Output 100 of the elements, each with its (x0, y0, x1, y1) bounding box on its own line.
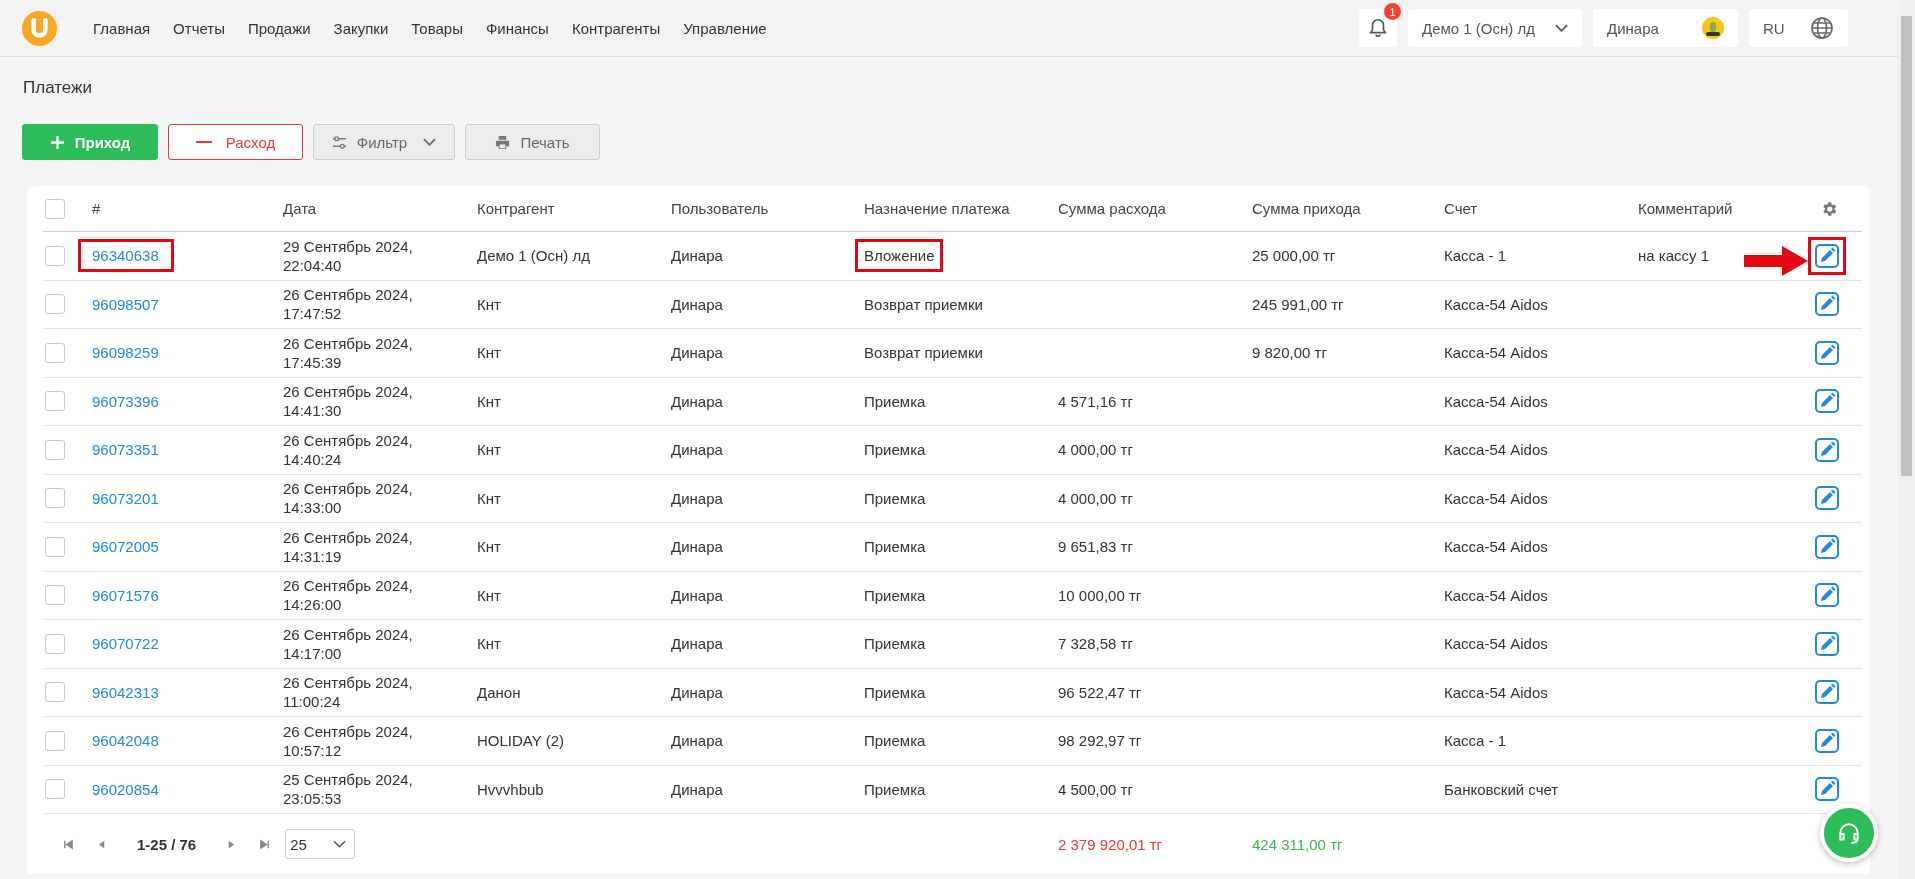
payment-link[interactable]: 96073351 (86, 433, 165, 467)
user-cell: Динара (671, 635, 723, 653)
purpose-cell: Возврат приемки (864, 295, 983, 313)
edit-icon[interactable] (1815, 534, 1839, 559)
date-cell: 26 Сентябрь 2024, 10:57:12 (283, 721, 413, 760)
edit-icon[interactable] (1815, 728, 1839, 753)
edit-icon[interactable] (1815, 777, 1839, 802)
expense-cell: 9 651,83 тг (1058, 538, 1133, 556)
scrollbar[interactable] (1898, 0, 1915, 879)
chevron-icon (423, 138, 437, 146)
payment-link[interactable]: 96073201 (86, 481, 165, 515)
expense-cell: 4 000,00 тг (1058, 441, 1133, 459)
edit-icon[interactable] (1815, 486, 1839, 511)
income-button[interactable]: Приход (22, 124, 158, 160)
row-checkbox[interactable] (45, 391, 65, 412)
edit-icon[interactable] (1815, 680, 1839, 705)
date-cell: 29 Сентябрь 2024, 22:04:40 (283, 236, 413, 275)
notification-button[interactable] (1359, 9, 1397, 47)
expense-cell: 96 522,47 тг (1058, 683, 1142, 701)
date-cell: 26 Сентябрь 2024, 14:33:00 (283, 479, 413, 518)
date-cell: 25 Сентябрь 2024, 23:05:53 (283, 770, 413, 809)
user-cell: Динара (671, 392, 723, 410)
account-cell: Касса-54 Aidos (1444, 538, 1548, 556)
payment-link[interactable]: 96340638 (78, 239, 174, 273)
minus-icon (195, 141, 212, 143)
edit-icon[interactable] (1815, 631, 1839, 656)
expense-cell: 4 571,16 тг (1058, 392, 1133, 410)
last-page-icon[interactable] (259, 838, 271, 850)
nav-item[interactable]: Продажи (247, 19, 311, 37)
row-checkbox[interactable] (45, 682, 65, 703)
row-checkbox[interactable] (45, 779, 65, 800)
purpose-cell: Вложение (855, 239, 944, 273)
notification-count: 1 (1384, 3, 1401, 20)
user-cell: Динара (671, 344, 723, 362)
avatar (1702, 17, 1724, 39)
date-cell: 26 Сентябрь 2024, 14:31:19 (283, 527, 413, 566)
expense-cell: 7 328,58 тг (1058, 635, 1133, 653)
first-page-icon[interactable] (63, 838, 74, 850)
account-cell: Касса-54 Aidos (1444, 441, 1548, 459)
account-cell: Касса-54 Aidos (1444, 586, 1548, 604)
edit-icon[interactable] (1815, 389, 1839, 414)
nav-item[interactable]: Товары (411, 19, 463, 37)
nav-item[interactable]: Управление (683, 19, 767, 37)
edit-icon[interactable] (1815, 583, 1839, 608)
edit-icon[interactable] (1815, 292, 1839, 317)
counterparty-cell: Кнт (477, 392, 501, 410)
page-range: 1-25 / 76 (137, 835, 197, 853)
nav-item[interactable]: Главная (93, 19, 151, 37)
date-cell: 26 Сентябрь 2024, 14:40:24 (283, 430, 413, 469)
print-button[interactable]: Печать (465, 124, 600, 160)
payment-link[interactable]: 96070722 (86, 627, 165, 661)
page-size-select[interactable]: 25 (285, 829, 356, 859)
payment-link[interactable]: 96098507 (86, 287, 165, 321)
sliders-icon (331, 134, 347, 150)
column-header: Сумма расхода (1058, 200, 1166, 217)
company-dropdown[interactable]: Демо 1 (Осн) лд (1408, 9, 1582, 47)
date-cell: 26 Сентябрь 2024, 11:00:24 (283, 673, 413, 712)
expense-cell: 4 500,00 тг (1058, 780, 1133, 798)
counterparty-cell: Кнт (477, 344, 501, 362)
previous-page-icon[interactable] (96, 838, 107, 850)
payment-link[interactable]: 96073396 (86, 384, 165, 418)
user-cell: Динара (671, 732, 723, 750)
nav-item[interactable]: Отчеты (173, 19, 225, 37)
edit-icon[interactable] (1815, 243, 1839, 268)
counterparty-cell: Кнт (477, 489, 501, 507)
nav-item[interactable]: Финансы (485, 19, 549, 37)
select-all-checkbox[interactable] (45, 198, 65, 219)
payment-link[interactable]: 96072005 (86, 530, 165, 564)
purpose-cell: Приемка (864, 635, 926, 653)
payment-link[interactable]: 96098259 (86, 336, 165, 370)
filter-button[interactable]: Фильтр (313, 124, 455, 160)
payment-link[interactable]: 96020854 (86, 772, 165, 806)
nav-item[interactable]: Закупки (333, 19, 389, 37)
date-cell: 26 Сентябрь 2024, 14:41:30 (283, 382, 413, 421)
row-checkbox[interactable] (45, 633, 65, 654)
nav-item[interactable]: Контрагенты (571, 19, 661, 37)
column-header: # (92, 200, 101, 217)
payment-link[interactable]: 96042048 (86, 724, 165, 758)
edit-icon[interactable] (1815, 340, 1839, 365)
user-menu[interactable]: Динара (1593, 9, 1738, 47)
expense-button[interactable]: Расход (168, 124, 303, 160)
row-checkbox[interactable] (45, 294, 65, 315)
payment-link[interactable]: 96042313 (86, 675, 165, 709)
row-checkbox[interactable] (45, 730, 65, 751)
account-cell: Касса-54 Aidos (1444, 392, 1548, 410)
row-checkbox[interactable] (45, 245, 65, 266)
page-title: Платежи (22, 77, 93, 99)
edit-icon[interactable] (1815, 437, 1839, 462)
account-cell: Касса-54 Aidos (1444, 489, 1548, 507)
row-checkbox[interactable] (45, 585, 65, 606)
row-checkbox[interactable] (45, 439, 65, 460)
headset-icon (1836, 820, 1862, 846)
counterparty-cell: Кнт (477, 635, 501, 653)
purpose-cell: Приемка (864, 538, 926, 556)
row-checkbox[interactable] (45, 488, 65, 509)
language-selector[interactable]: RU (1749, 9, 1848, 47)
row-checkbox[interactable] (45, 536, 65, 557)
row-checkbox[interactable] (45, 342, 65, 363)
payment-link[interactable]: 96071576 (86, 578, 165, 612)
counterparty-cell: Кнт (477, 295, 501, 313)
